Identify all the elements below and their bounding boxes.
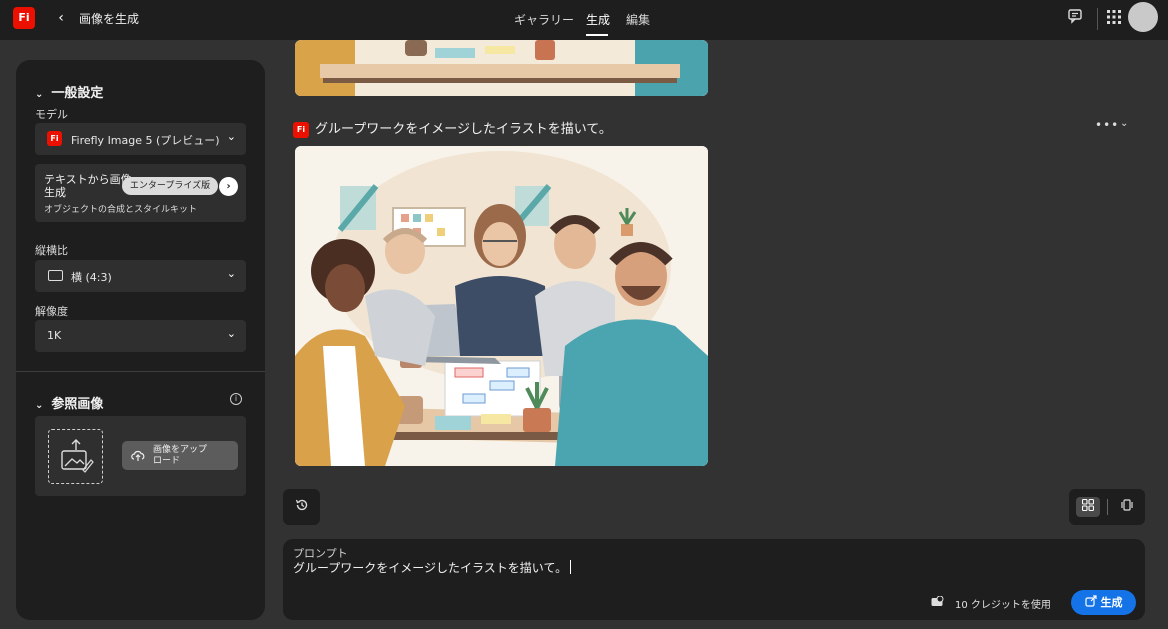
credits-icon [931, 595, 945, 610]
chevron-down-icon: ⌄ [35, 400, 44, 411]
panel-divider [16, 371, 265, 372]
grid-icon [1081, 498, 1095, 512]
section-title: 一般設定 [51, 86, 104, 101]
history-icon [295, 499, 307, 511]
previous-generated-image[interactable] [295, 40, 708, 96]
top-bar: Fi ‹ 画像を生成 ギャラリー 生成 編集 [0, 0, 1168, 40]
enterprise-badge[interactable]: エンタープライズ版 [122, 177, 218, 195]
settings-panel: ⌄ 一般設定 モデル Fi Firefly Image 5 (プレビュー) ⌄ テ… [16, 60, 265, 620]
chevron-down-icon[interactable]: ⌄ [1120, 118, 1128, 129]
firefly-badge-icon: Fi [293, 122, 309, 138]
prompt-text: グループワークをイメージしたイラストを描いて。 [293, 561, 568, 575]
upload-label: 画像をアップロード [153, 445, 208, 466]
generation-title-text: グループワークをイメージしたイラストを描いて。 [315, 122, 612, 137]
chevron-down-icon: ⌄ [35, 89, 44, 100]
single-view-button[interactable] [1119, 497, 1135, 517]
prompt-input[interactable]: グループワークをイメージしたイラストを描いて。 [293, 559, 572, 576]
divider [1097, 8, 1098, 30]
credits-usage: 10 クレジットを使用 [955, 600, 1051, 611]
generate-label: 生成 [1100, 596, 1123, 609]
resolution-value: 1K [47, 329, 62, 342]
more-icon[interactable]: ••• [1095, 118, 1119, 132]
promo-subtitle: オブジェクトの合成とスタイルキット [44, 205, 198, 215]
landscape-icon [48, 270, 63, 281]
aspect-ratio-label: 縦横比 [35, 244, 68, 257]
active-tab-indicator [586, 34, 608, 36]
firefly-logo[interactable]: Fi [13, 7, 35, 29]
divider [1107, 499, 1108, 515]
generated-image[interactable] [295, 146, 708, 466]
model-label: モデル [35, 108, 68, 121]
arrow-right-icon[interactable]: › [219, 177, 238, 196]
resolution-select[interactable]: 1K ⌄ [35, 320, 246, 352]
generation-prompt-title: Fi グループワークをイメージしたイラストを描いて。 [293, 118, 612, 138]
text-caret [570, 560, 572, 574]
generate-button[interactable]: 生成 [1071, 590, 1136, 615]
reference-image-header[interactable]: ⌄ 参照画像 [35, 393, 103, 412]
section-title: 参照画像 [51, 397, 104, 412]
image-drop-zone[interactable] [48, 429, 103, 484]
aspect-ratio-value: 横 (4:3) [71, 271, 112, 284]
aspect-ratio-select[interactable]: 横 (4:3) ⌄ [35, 260, 246, 292]
cloud-upload-icon [131, 450, 145, 461]
reference-image-box: 画像をアップロード [35, 416, 246, 496]
model-value: Firefly Image 5 (プレビュー) [71, 134, 220, 147]
chevron-down-icon: ⌄ [226, 130, 236, 143]
enterprise-promo[interactable]: テキストから画像生成 エンタープライズ版 › オブジェクトの合成とスタイルキット [35, 164, 246, 222]
prompt-box: プロンプト グループワークをイメージしたイラストを描いて。 10 クレジットを使… [283, 539, 1145, 620]
image-upload-icon [61, 439, 94, 473]
tab-edit[interactable]: 編集 [626, 11, 650, 28]
firefly-model-icon: Fi [47, 131, 62, 146]
chevron-down-icon: ⌄ [226, 327, 236, 340]
general-settings-header[interactable]: ⌄ 一般設定 [35, 82, 103, 101]
carousel-icon [1121, 499, 1133, 511]
feedback-icon[interactable] [1067, 8, 1083, 28]
generate-icon [1084, 595, 1097, 607]
promo-title: テキストから画像生成 [44, 173, 132, 199]
avatar[interactable] [1128, 2, 1158, 32]
apps-grid-icon[interactable] [1107, 10, 1121, 28]
grid-view-button[interactable] [1076, 497, 1100, 517]
chevron-down-icon: ⌄ [226, 267, 236, 280]
tab-generate[interactable]: 生成 [586, 11, 610, 28]
tab-gallery[interactable]: ギャラリー [514, 11, 574, 28]
history-button[interactable] [283, 489, 320, 525]
info-icon[interactable]: i [230, 393, 242, 405]
upload-image-button[interactable]: 画像をアップロード [122, 441, 238, 470]
page-title: 画像を生成 [79, 12, 140, 26]
resolution-label: 解像度 [35, 305, 68, 318]
view-mode-toggle [1069, 489, 1145, 525]
back-icon[interactable]: ‹ [52, 8, 70, 28]
model-select[interactable]: Fi Firefly Image 5 (プレビュー) ⌄ [35, 123, 246, 155]
